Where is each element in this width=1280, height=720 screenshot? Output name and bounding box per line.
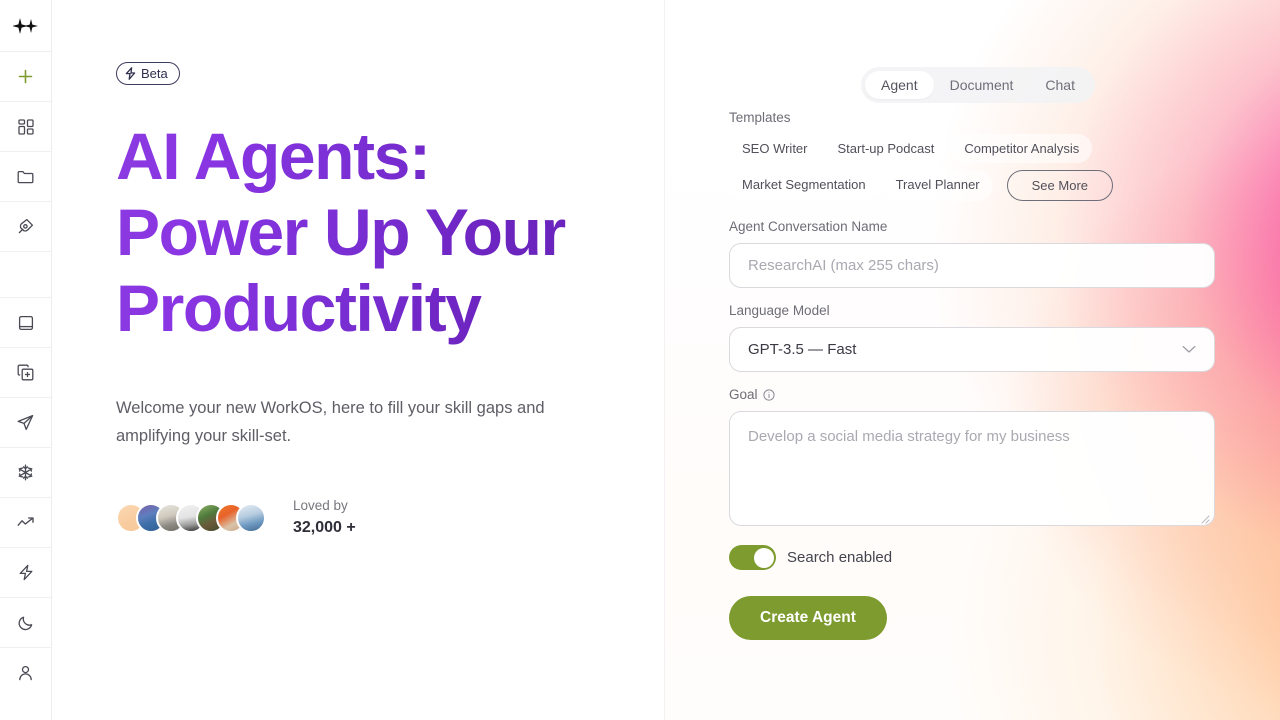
- bolt-icon: [125, 67, 136, 80]
- template-chips: SEO Writer Start-up Podcast Competitor A…: [729, 134, 1215, 201]
- sidebar: [0, 0, 52, 720]
- sidebar-item-automations[interactable]: [0, 548, 51, 598]
- info-icon[interactable]: [762, 388, 775, 401]
- tab-bar: Agent Document Chat: [861, 67, 1095, 103]
- template-chip-competitor-analysis[interactable]: Competitor Analysis: [951, 134, 1093, 163]
- trending-up-icon: [17, 516, 35, 530]
- create-agent-button[interactable]: Create Agent: [729, 596, 887, 640]
- tab-document[interactable]: Document: [934, 71, 1030, 99]
- sidebar-item-analytics[interactable]: [0, 498, 51, 548]
- conversation-name-group: Agent Conversation Name: [729, 219, 1215, 288]
- template-chip-market-segmentation[interactable]: Market Segmentation: [729, 170, 879, 201]
- pen-nib-icon: [17, 218, 34, 235]
- sidebar-item-dark-mode[interactable]: [0, 598, 51, 648]
- beta-badge-label: Beta: [141, 66, 168, 81]
- avatar: [236, 502, 266, 533]
- search-enabled-toggle[interactable]: [729, 545, 776, 570]
- sidebar-item-library[interactable]: [0, 298, 51, 348]
- sidebar-item-files[interactable]: [0, 152, 51, 202]
- sidebar-item-account[interactable]: [0, 648, 51, 698]
- social-proof: Loved by 32,000 +: [116, 497, 664, 538]
- beta-badge[interactable]: Beta: [116, 62, 180, 85]
- goal-label-row: Goal: [729, 387, 1215, 402]
- agent-builder-panel: Agent Document Chat Templates SEO Writer…: [665, 0, 1280, 720]
- plus-icon: [17, 68, 34, 85]
- loved-by-block: Loved by 32,000 +: [293, 497, 356, 538]
- avatar-stack: [116, 502, 266, 533]
- page-title: AI Agents: Power Up Your Productivity: [116, 118, 586, 346]
- send-icon: [17, 414, 34, 431]
- sidebar-item-send[interactable]: [0, 398, 51, 448]
- conversation-name-input[interactable]: [729, 243, 1215, 288]
- loved-by-count: 32,000 +: [293, 518, 356, 536]
- goal-textarea[interactable]: [729, 411, 1215, 526]
- agent-form: Templates SEO Writer Start-up Podcast Co…: [729, 110, 1215, 640]
- search-enabled-label: Search enabled: [787, 549, 893, 566]
- goal-label: Goal: [729, 387, 758, 402]
- templates-label: Templates: [729, 110, 791, 125]
- zap-icon: [18, 564, 34, 581]
- copy-plus-icon: [17, 364, 34, 381]
- sidebar-item-effects[interactable]: [0, 448, 51, 498]
- goal-group: Goal: [729, 387, 1215, 526]
- hero-panel: Beta AI Agents: Power Up Your Productivi…: [52, 0, 665, 720]
- hero-subtitle: Welcome your new WorkOS, here to fill yo…: [116, 399, 545, 445]
- template-chip-travel-planner[interactable]: Travel Planner: [882, 170, 993, 201]
- language-model-label: Language Model: [729, 303, 830, 318]
- conversation-name-label: Agent Conversation Name: [729, 219, 888, 234]
- chevron-down-icon: [1182, 345, 1196, 354]
- toggle-knob: [753, 547, 774, 568]
- language-model-group: Language Model GPT-3.5 — Fast: [729, 303, 1215, 372]
- see-more-button[interactable]: See More: [1006, 170, 1114, 201]
- moon-icon: [18, 615, 34, 631]
- app-root: Beta AI Agents: Power Up Your Productivi…: [0, 0, 1280, 720]
- sidebar-divider-gap: [0, 252, 51, 298]
- logo-sparkles: [0, 0, 51, 52]
- sidebar-item-new[interactable]: [0, 52, 51, 102]
- sidebar-item-dashboard[interactable]: [0, 102, 51, 152]
- sidebar-item-duplicate[interactable]: [0, 348, 51, 398]
- language-model-select[interactable]: GPT-3.5 — Fast: [729, 327, 1215, 372]
- user-icon: [18, 665, 33, 681]
- snowflake-icon: [17, 464, 34, 481]
- sidebar-item-design[interactable]: [0, 202, 51, 252]
- template-chip-seo-writer[interactable]: SEO Writer: [729, 134, 821, 163]
- tab-chat[interactable]: Chat: [1029, 71, 1091, 99]
- search-toggle-row: Search enabled: [729, 545, 1215, 570]
- book-icon: [18, 315, 34, 331]
- loved-by-label: Loved by: [293, 498, 348, 513]
- tab-agent[interactable]: Agent: [865, 71, 934, 99]
- language-model-value: GPT-3.5 — Fast: [748, 341, 857, 358]
- folder-icon: [17, 169, 34, 185]
- template-chip-startup-podcast[interactable]: Start-up Podcast: [824, 134, 948, 163]
- grid-dashboard-icon: [17, 118, 34, 135]
- sparkles-icon: [12, 17, 39, 34]
